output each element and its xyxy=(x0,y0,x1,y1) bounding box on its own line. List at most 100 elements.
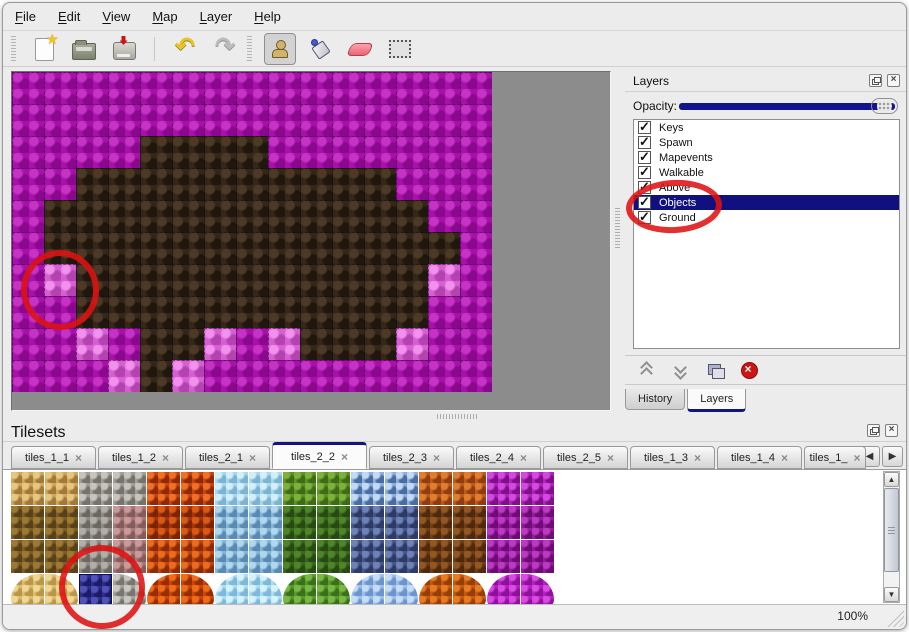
tileset-scrollbar[interactable]: ▲ ▼ xyxy=(883,471,900,603)
map-tile[interactable] xyxy=(12,72,44,104)
undo-button[interactable]: ↶ xyxy=(169,33,201,65)
map-tile[interactable] xyxy=(364,72,396,104)
map-tile[interactable] xyxy=(268,360,300,392)
move-layer-up-button[interactable] xyxy=(637,360,657,380)
map-tile[interactable] xyxy=(44,360,76,392)
map-tile[interactable] xyxy=(108,232,140,264)
tileset-tile[interactable] xyxy=(283,540,316,573)
horizontal-splitter[interactable] xyxy=(3,412,906,421)
tileset-tile[interactable] xyxy=(351,472,384,505)
map-tile[interactable] xyxy=(76,168,108,200)
map-tile[interactable] xyxy=(332,168,364,200)
map-tile[interactable] xyxy=(44,136,76,168)
layer-visibility-checkbox[interactable] xyxy=(638,151,651,164)
map-tile[interactable] xyxy=(332,232,364,264)
map-tile[interactable] xyxy=(108,136,140,168)
tileset-tab-tiles_2_2[interactable]: tiles_2_2× xyxy=(272,442,367,469)
map-tile[interactable] xyxy=(76,200,108,232)
tileset-tile[interactable] xyxy=(181,540,214,573)
tileset-tile[interactable] xyxy=(521,506,554,539)
map-tile[interactable] xyxy=(268,72,300,104)
close-tab-icon[interactable]: × xyxy=(75,453,82,463)
map-tile[interactable] xyxy=(428,104,460,136)
close-tab-icon[interactable]: × xyxy=(781,453,788,463)
map-tile[interactable] xyxy=(172,328,204,360)
map-tile[interactable] xyxy=(300,232,332,264)
tileset-tab-tiles_1_4[interactable]: tiles_1_4× xyxy=(717,446,802,469)
map-tile[interactable] xyxy=(364,232,396,264)
map-tile[interactable] xyxy=(428,200,460,232)
menu-item-map[interactable]: Map xyxy=(152,9,177,24)
map-tile[interactable] xyxy=(428,136,460,168)
close-tab-icon[interactable]: × xyxy=(520,453,527,463)
map-tile[interactable] xyxy=(12,168,44,200)
map-tile[interactable] xyxy=(140,200,172,232)
map-tile[interactable] xyxy=(300,168,332,200)
map-tile[interactable] xyxy=(460,168,492,200)
tileset-tile[interactable] xyxy=(385,574,418,604)
layer-visibility-checkbox[interactable] xyxy=(638,196,651,209)
tileset-tile[interactable] xyxy=(215,472,248,505)
map-tile[interactable] xyxy=(364,200,396,232)
close-tab-icon[interactable]: × xyxy=(341,452,348,462)
tileset-tile[interactable] xyxy=(453,506,486,539)
tileset-tile[interactable] xyxy=(249,472,282,505)
map-tile[interactable] xyxy=(268,264,300,296)
map-tile[interactable] xyxy=(140,232,172,264)
map-tile[interactable] xyxy=(140,104,172,136)
map-tile[interactable] xyxy=(236,264,268,296)
tileset-tile[interactable] xyxy=(487,506,520,539)
map-grid[interactable] xyxy=(12,72,492,392)
tileset-tile[interactable] xyxy=(113,506,146,539)
map-tile[interactable] xyxy=(204,264,236,296)
map-tile[interactable] xyxy=(460,264,492,296)
map-tile[interactable] xyxy=(140,328,172,360)
map-tile[interactable] xyxy=(44,72,76,104)
tileset-tab-tiles_1_1[interactable]: tiles_1_1× xyxy=(11,446,96,469)
tileset-tile[interactable] xyxy=(521,472,554,505)
map-tile[interactable] xyxy=(76,72,108,104)
close-tab-icon[interactable]: × xyxy=(607,453,614,463)
tileset-tab-tiles_1_[interactable]: tiles_1_× xyxy=(804,446,866,469)
map-tile[interactable] xyxy=(460,200,492,232)
map-canvas[interactable] xyxy=(11,71,611,411)
map-tile[interactable] xyxy=(236,72,268,104)
map-tile[interactable] xyxy=(460,104,492,136)
tab-layers[interactable]: Layers xyxy=(687,389,746,412)
tileset-tile[interactable] xyxy=(147,472,180,505)
layer-row-walkable[interactable]: Walkable xyxy=(634,165,899,180)
resize-grip-icon[interactable] xyxy=(884,609,904,627)
menu-item-layer[interactable]: Layer xyxy=(200,9,233,24)
map-tile[interactable] xyxy=(172,264,204,296)
redo-button[interactable]: ↷ xyxy=(209,33,241,65)
map-tile[interactable] xyxy=(108,328,140,360)
tileset-tile[interactable] xyxy=(351,574,384,604)
map-tile[interactable] xyxy=(396,264,428,296)
map-tile[interactable] xyxy=(428,72,460,104)
map-tile[interactable] xyxy=(108,168,140,200)
stamp-tool-button[interactable] xyxy=(264,33,296,65)
tileset-tile[interactable] xyxy=(45,540,78,573)
tileset-tile[interactable] xyxy=(351,506,384,539)
map-tile[interactable] xyxy=(396,136,428,168)
tileset-tile[interactable] xyxy=(249,540,282,573)
tileset-tile[interactable] xyxy=(317,506,350,539)
tileset-tile[interactable] xyxy=(317,574,350,604)
close-tab-icon[interactable]: × xyxy=(433,453,440,463)
tileset-tile[interactable] xyxy=(419,574,452,604)
tileset-tile[interactable] xyxy=(351,540,384,573)
tileset-tile[interactable] xyxy=(249,574,282,604)
tileset-tile-selected[interactable] xyxy=(79,574,112,604)
map-tile[interactable] xyxy=(44,232,76,264)
tileset-tile[interactable] xyxy=(11,472,44,505)
map-tile[interactable] xyxy=(12,360,44,392)
open-file-button[interactable] xyxy=(68,33,100,65)
map-tile[interactable] xyxy=(12,296,44,328)
menu-item-file[interactable]: File xyxy=(15,9,36,24)
layer-row-above[interactable]: Above xyxy=(634,180,899,195)
map-tile[interactable] xyxy=(44,168,76,200)
map-tile[interactable] xyxy=(364,168,396,200)
map-tile[interactable] xyxy=(236,200,268,232)
tileset-tile[interactable] xyxy=(147,540,180,573)
tileset-tab-tiles_1_2[interactable]: tiles_1_2× xyxy=(98,446,183,469)
